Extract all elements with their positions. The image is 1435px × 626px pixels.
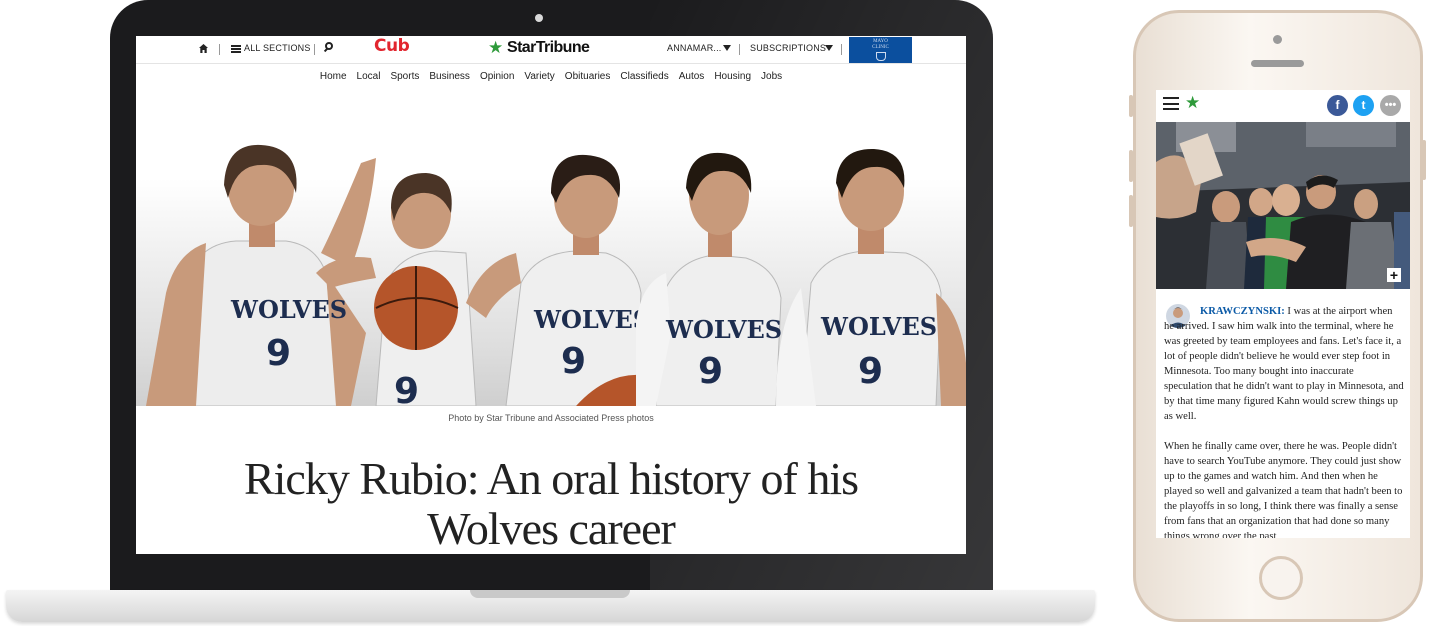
headline-line: Ricky Rubio: An oral history of his: [243, 453, 859, 504]
star-icon[interactable]: ★: [1185, 93, 1200, 113]
paragraph: KRAWCZYNSKI: I was at the airport when h…: [1164, 304, 1404, 424]
svg-text:9: 9: [561, 341, 586, 382]
nav-item-sports[interactable]: Sports: [390, 71, 419, 82]
paragraph: When he finally came over, there he was.…: [1164, 441, 1403, 538]
svg-text:9: 9: [858, 351, 883, 392]
mayo-clinic-ad[interactable]: MAYO CLINIC: [849, 37, 912, 63]
user-menu[interactable]: ANNAMAR...: [667, 43, 722, 53]
svg-text:9: 9: [266, 333, 291, 374]
laptop-base-notch: [470, 590, 630, 598]
nav-item-opinion[interactable]: Opinion: [480, 71, 514, 82]
photo-credit: Photo by Star Tribune and Associated Pre…: [448, 413, 654, 423]
divider: [219, 44, 220, 55]
phone-speaker: [1251, 60, 1304, 67]
mayo-label: MAYO: [873, 39, 888, 44]
phone-screen: ★ f t ••• + KRAWCZYNSKI: I was at the ai…: [1156, 90, 1410, 538]
nav-item-classifieds[interactable]: Classifieds: [620, 71, 668, 82]
nav-item-jobs[interactable]: Jobs: [761, 71, 782, 82]
player-figure: WOLVES 9: [776, 148, 966, 406]
svg-text:WOLVES: WOLVES: [230, 295, 347, 324]
laptop-camera: [535, 14, 543, 22]
chevron-down-icon[interactable]: [723, 45, 731, 51]
article-body: KRAWCZYNSKI: I was at the airport when h…: [1164, 304, 1404, 538]
more-share-button[interactable]: •••: [1380, 95, 1401, 116]
svg-text:WOLVES: WOLVES: [533, 305, 650, 334]
laptop-screen: ALL SECTIONS Cub ★ StarTribune ANNAMAR..…: [136, 36, 966, 554]
nav-item-housing[interactable]: Housing: [714, 71, 751, 82]
airport-crowd-photo: [1156, 122, 1410, 289]
nav-item-business[interactable]: Business: [429, 71, 470, 82]
main-nav: Home Local Sports Business Opinion Variety Obi…: [136, 71, 966, 85]
nav-item-home[interactable]: Home: [320, 71, 347, 82]
nav-item-obituaries[interactable]: Obituaries: [565, 71, 611, 82]
cub-ad-logo[interactable]: Cub: [374, 36, 410, 56]
twitter-share-button[interactable]: t: [1353, 95, 1374, 116]
all-sections-link[interactable]: ALL SECTIONS: [244, 43, 311, 53]
divider: [314, 44, 315, 55]
site-topbar: ALL SECTIONS Cub ★ StarTribune ANNAMAR..…: [136, 36, 966, 64]
player-figure: WOLVES 9: [636, 152, 782, 406]
search-icon[interactable]: [325, 42, 333, 50]
paragraph-text: I was at the airport when he arrived. I …: [1164, 306, 1404, 422]
menu-icon[interactable]: [231, 45, 241, 53]
nav-item-variety[interactable]: Variety: [524, 71, 554, 82]
chevron-down-icon[interactable]: [825, 45, 833, 51]
svg-text:WOLVES: WOLVES: [665, 315, 782, 344]
speaker-name: KRAWCZYNSKI:: [1200, 306, 1285, 317]
headline-line: Wolves career: [427, 503, 676, 554]
menu-icon[interactable]: [1163, 97, 1179, 110]
expand-photo-button[interactable]: +: [1387, 268, 1401, 282]
mayo-label: CLINIC: [872, 45, 889, 50]
facebook-share-button[interactable]: f: [1327, 95, 1348, 116]
players-illustration: WOLVES 9 9 WOLVES 9 WOLVES 9 WOLVES 9: [146, 144, 966, 406]
subscriptions-menu[interactable]: SUBSCRIPTIONS: [750, 43, 826, 53]
svg-text:9: 9: [394, 371, 419, 406]
shield-icon: [875, 52, 886, 61]
brand-name: StarTribune: [507, 39, 590, 56]
nav-item-autos[interactable]: Autos: [679, 71, 705, 82]
article-headline: Ricky Rubio: An oral history of his Wolv…: [136, 454, 966, 554]
hero-photo: WOLVES 9 9 WOLVES 9 WOLVES 9 WOLVES 9: [136, 103, 966, 406]
phone-home-button[interactable]: [1259, 556, 1303, 600]
nav-item-local[interactable]: Local: [357, 71, 381, 82]
svg-text:WOLVES: WOLVES: [820, 312, 937, 341]
phone-camera: [1273, 35, 1282, 44]
article-photo[interactable]: +: [1156, 122, 1410, 289]
divider: [739, 44, 740, 55]
svg-text:9: 9: [698, 351, 723, 392]
star-icon: ★: [488, 38, 504, 57]
divider: [841, 44, 842, 55]
home-icon[interactable]: [198, 43, 209, 54]
